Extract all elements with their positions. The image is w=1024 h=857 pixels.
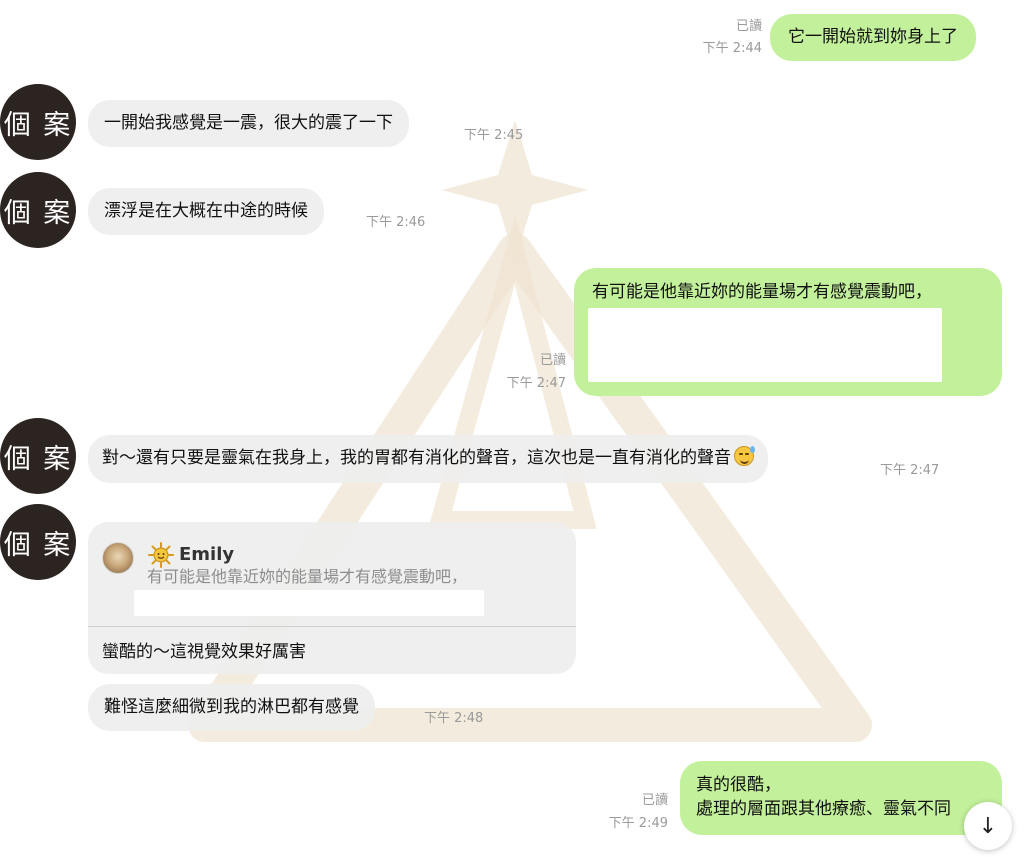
contact-avatar[interactable]: 個 案 bbox=[0, 84, 76, 160]
message-text: 對～還有只要是靈氣在我身上，我的胃都有消化的聲音，這次也是一直有消化的聲音 bbox=[102, 448, 731, 468]
message-time: 下午 2:49 bbox=[608, 816, 668, 831]
avatar-label: 個 案 bbox=[3, 109, 73, 141]
incoming-message[interactable]: 一開始我感覺是一震，很大的震了一下 bbox=[88, 100, 409, 147]
contact-avatar[interactable]: 個 案 bbox=[0, 504, 76, 580]
read-receipt: 已讀 bbox=[735, 19, 762, 34]
message-time: 下午 2:46 bbox=[366, 215, 426, 230]
avatar-label: 個 案 bbox=[3, 197, 73, 229]
contact-avatar[interactable]: 個 案 bbox=[0, 418, 76, 494]
sweat-smile-emoji bbox=[734, 446, 755, 466]
incoming-message[interactable]: 難怪這麼細微到我的淋巴都有感覺 bbox=[88, 684, 375, 731]
redacted-area bbox=[588, 308, 942, 382]
message-time: 下午 2:44 bbox=[702, 41, 762, 56]
outgoing-message[interactable]: 有可能是他靠近妳的能量場才有感覺震動吧， bbox=[574, 268, 1002, 396]
read-receipt: 已讀 bbox=[539, 353, 566, 368]
reply-quoted-text: 有可能是他靠近妳的能量場才有感覺震動吧， bbox=[147, 567, 468, 586]
divider bbox=[88, 626, 576, 627]
outgoing-message[interactable]: 它一開始就到妳身上了 bbox=[770, 14, 976, 61]
contact-avatar[interactable]: 個 案 bbox=[0, 172, 76, 248]
avatar bbox=[102, 542, 134, 574]
read-receipt: 已讀 bbox=[641, 793, 668, 808]
message-text: 難怪這麼細微到我的淋巴都有感覺 bbox=[104, 697, 359, 717]
incoming-message[interactable]: 漂浮是在大概在中途的時候 bbox=[88, 188, 324, 235]
reply-author-name: Emily bbox=[179, 544, 235, 565]
message-time: 下午 2:47 bbox=[506, 376, 566, 391]
reply-message[interactable]: Emily 有可能是他靠近妳的能量場才有感覺震動吧， 蠻酷的～這視覺效果好厲害 bbox=[88, 522, 576, 674]
message-text: 蠻酷的～這視覺效果好厲害 bbox=[102, 642, 306, 662]
message-text-line: 真的很酷， bbox=[696, 775, 781, 795]
message-text: 一開始我感覺是一震，很大的震了一下 bbox=[104, 113, 393, 133]
avatar-label: 個 案 bbox=[3, 443, 73, 475]
arrow-down-icon: ↓ bbox=[978, 813, 998, 839]
message-text: 有可能是他靠近妳的能量場才有感覺震動吧， bbox=[592, 282, 932, 302]
incoming-message[interactable]: 對～還有只要是靈氣在我身上，我的胃都有消化的聲音，這次也是一直有消化的聲音 bbox=[88, 435, 768, 483]
redacted-area bbox=[134, 590, 484, 616]
sun-icon bbox=[148, 542, 174, 568]
message-text-line: 處理的層面跟其他療癒、靈氣不同 bbox=[696, 799, 951, 819]
message-time: 下午 2:47 bbox=[880, 463, 940, 478]
message-text: 漂浮是在大概在中途的時候 bbox=[104, 201, 308, 221]
outgoing-message[interactable]: 真的很酷， 處理的層面跟其他療癒、靈氣不同 bbox=[680, 761, 1002, 835]
scroll-to-bottom-button[interactable]: ↓ bbox=[964, 802, 1012, 850]
message-time: 下午 2:45 bbox=[464, 128, 524, 143]
avatar-label: 個 案 bbox=[3, 529, 73, 561]
message-time: 下午 2:48 bbox=[424, 711, 484, 726]
chat-window: 已讀 下午 2:44 它一開始就到妳身上了 個 案 一開始我感覺是一震，很大的震… bbox=[0, 0, 1024, 857]
message-text: 它一開始就到妳身上了 bbox=[788, 27, 958, 47]
